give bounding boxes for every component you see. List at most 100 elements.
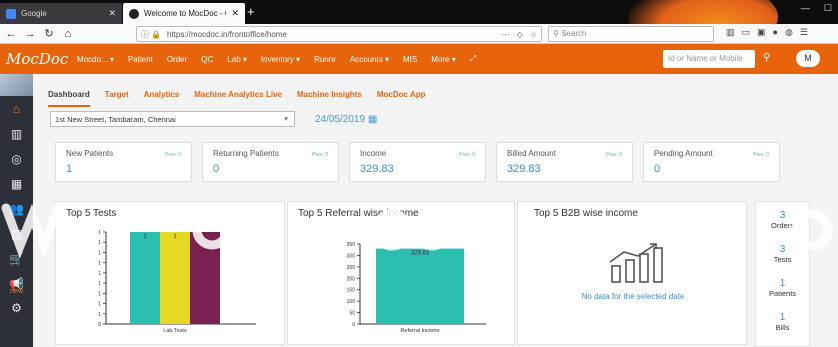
bookmark-star-icon[interactable]: ☆ [530,30,537,39]
calendar-icon[interactable]: ▦ [0,171,33,196]
mocdoc-logo[interactable]: MocDoc [0,44,77,74]
x-tick-label: Referral Income [400,328,439,334]
no-data-message: No data for the selected date [581,292,685,301]
menu-inventory[interactable]: Inventory ▾ [261,55,300,64]
tab-machine-insights[interactable]: Machine Insights [297,90,362,107]
card-value: 0 [654,163,661,175]
search-icon: ⚲ [553,29,562,38]
library-icon[interactable]: ▥ [726,27,735,38]
target-icon[interactable]: ◎ [0,146,33,171]
trend-chart-icon [609,243,663,283]
stat-orders[interactable]: 3 Orders [756,210,809,230]
card-value: 0 [213,163,220,175]
home-icon[interactable]: ⌂ [0,96,33,121]
stat-tests[interactable]: 3 Tests [756,244,809,264]
reload-icon[interactable]: ↻ [41,27,57,40]
url-bar[interactable]: ⓘ 🔒 https://mocdoc.in/frontoffice/home ·… [136,26,542,42]
tab-title: Welcome to MocDoc - One St [144,9,226,18]
google-favicon-icon [6,8,16,19]
y-tick-label: 1 [98,302,101,308]
bar-chart-icon[interactable]: ▥ [0,121,33,146]
y-tick-label: 0 [98,322,101,328]
browser-search-input[interactable]: ⚲ Search [548,26,714,42]
main-menu: Mocdo... ▾ Patient Order QC Lab ▾ Invent… [77,54,490,64]
menu-mocdoc[interactable]: Mocdo... ▾ [77,55,114,64]
menu-more[interactable]: More ▾ [431,55,455,64]
sidebar-toggle-icon[interactable]: ▭ [742,27,751,38]
addon-icon[interactable]: ◍ [785,27,793,38]
screenshot-icon[interactable]: ▣ [757,27,766,38]
chevron-down-icon: ▾ [284,114,288,123]
home-icon[interactable]: ⌂ [60,28,76,40]
y-tick-label: 300 [347,253,356,259]
card-value: 329.83 [360,163,394,175]
browser-toolbar-icons: ▥ ▭ ▣ ● ◍ ☰ [726,27,808,38]
stat-label: Orders [771,221,794,230]
bar [160,232,190,324]
users-icon[interactable]: 👥 [0,196,33,221]
page-actions-icon[interactable]: ··· [502,30,510,39]
stat-bills[interactable]: 1 Bills [756,312,809,332]
close-tab-icon[interactable]: ✕ [108,8,116,19]
summary-column: 3 Orders 3 Tests 1 Patients 1 Bills [755,201,810,347]
calendar-icon[interactable]: ▦ [368,114,377,125]
menu-accounts[interactable]: Accounts ▾ [350,55,389,64]
tab-mocdoc-app[interactable]: MocDoc App [377,90,426,107]
back-icon[interactable]: ← [3,28,19,40]
new-tab-button[interactable]: + [247,4,255,19]
card-new-patients[interactable]: New Patients Prev: 0 1 [55,142,192,182]
extension-icon[interactable]: ● [773,27,778,38]
minimize-icon[interactable]: — [801,3,810,14]
maximize-icon[interactable]: ☐ [824,3,832,14]
location-select[interactable]: 1st New Street, Tambaram, Chennai ▾ [50,111,295,127]
pocket-icon[interactable]: ◇ [517,30,523,39]
forward-icon[interactable]: → [22,28,38,40]
sidebar: ⌂ ▥ ◎ ▦ 👥 ▨ 🛒 📢 new ⚙ [0,74,33,347]
gear-icon[interactable]: ⚙ [0,295,33,320]
card-value: 329.83 [507,163,541,175]
menu-runnr[interactable]: Runnr [314,55,336,64]
patient-search-input[interactable]: Id or Name or Mobile [663,50,755,68]
expand-icon[interactable]: ⤢ [470,54,476,64]
avatar[interactable]: M [796,50,820,67]
browser-tab-google[interactable]: Google ✕ [0,3,122,24]
menu-lab[interactable]: Lab ▾ [227,55,247,64]
stat-patients[interactable]: 1 Patients [756,278,809,298]
y-tick-label: 100 [347,299,356,305]
y-tick-label: 1 [98,261,101,267]
bar [190,232,220,324]
tab-dashboard[interactable]: Dashboard [48,90,90,107]
card-label: Income [360,149,387,158]
browser-nav-bar: ← → ↻ ⌂ ⓘ 🔒 https://mocdoc.in/frontoffic… [0,24,838,44]
y-tick-label: 1 [98,271,101,277]
new-badge: new [10,288,23,295]
date-picker[interactable]: 24/05/2019 ▦ [315,114,377,125]
close-tab-icon[interactable]: ✕ [231,8,239,19]
y-tick-label: 1 [98,230,101,236]
card-label: Billed Amount [507,149,556,158]
menu-mis[interactable]: MIS [403,55,417,64]
card-billed-amount[interactable]: Billed Amount Prev: 0 329.83 [496,142,633,182]
image-icon[interactable]: ▨ [0,221,33,246]
info-icon[interactable]: ⓘ [141,29,149,40]
search-icon[interactable]: ⚲ [763,52,770,63]
app-header: MocDoc Mocdo... ▾ Patient Order QC Lab ▾… [0,44,838,74]
lock-icon: 🔒 [151,29,161,39]
tab-analytics[interactable]: Analytics [144,90,180,107]
top-referral-panel: Top 5 Referral wise income 350 300 250 200 1… [287,201,515,345]
tab-target[interactable]: Target [105,90,129,107]
menu-order[interactable]: Order [167,55,187,64]
cart-icon[interactable]: 🛒 [0,246,33,271]
menu-icon[interactable]: ☰ [800,27,808,38]
card-returning-patients[interactable]: Returning Patients Prev: 0 0 [202,142,339,182]
user-thumbnail[interactable] [0,74,33,96]
browser-tab-mocdoc[interactable]: Welcome to MocDoc - One St ✕ [123,3,245,24]
card-income[interactable]: Income Prev: 0 329.83 [349,142,486,182]
menu-qc[interactable]: QC [201,55,213,64]
card-prev: Prev: 0 [753,152,769,158]
location-value: 1st New Street, Tambaram, Chennai [55,115,176,124]
menu-patient[interactable]: Patient [128,55,153,64]
y-tick-label: 1 [98,281,101,287]
tab-machine-analytics-live[interactable]: Machine Analytics Live [194,90,282,107]
card-pending-amount[interactable]: Pending Amount Prev: 0 0 [643,142,780,182]
